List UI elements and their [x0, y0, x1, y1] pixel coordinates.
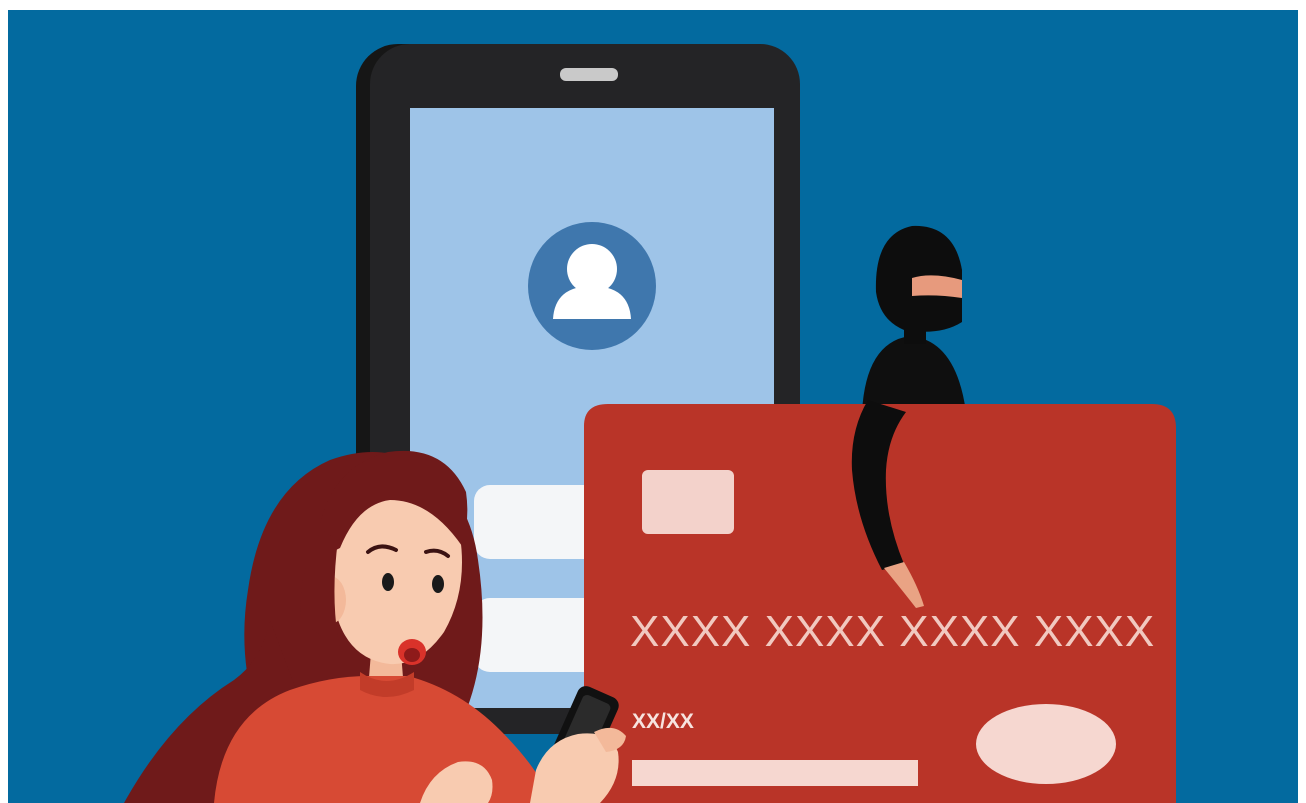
illustration-svg: XXXX XXXX XXXX XXXX XX/XX	[0, 0, 1306, 803]
woman-eye-left	[382, 573, 394, 591]
card-logo-oval	[976, 704, 1116, 784]
illustration-scene: XXXX XXXX XXXX XXXX XX/XX	[0, 0, 1306, 803]
credit-card-chip	[642, 470, 734, 534]
user-avatar-icon	[528, 222, 656, 350]
woman-eye-right	[432, 575, 444, 593]
woman-mouth-inner	[404, 648, 420, 662]
card-expiry: XX/XX	[632, 710, 694, 733]
card-number: XXXX XXXX XXXX XXXX	[630, 607, 1155, 656]
thief-neck	[904, 328, 926, 344]
thief-eyes-gap	[912, 275, 962, 298]
phone-speaker	[560, 68, 618, 81]
card-signature-bar	[632, 760, 918, 786]
